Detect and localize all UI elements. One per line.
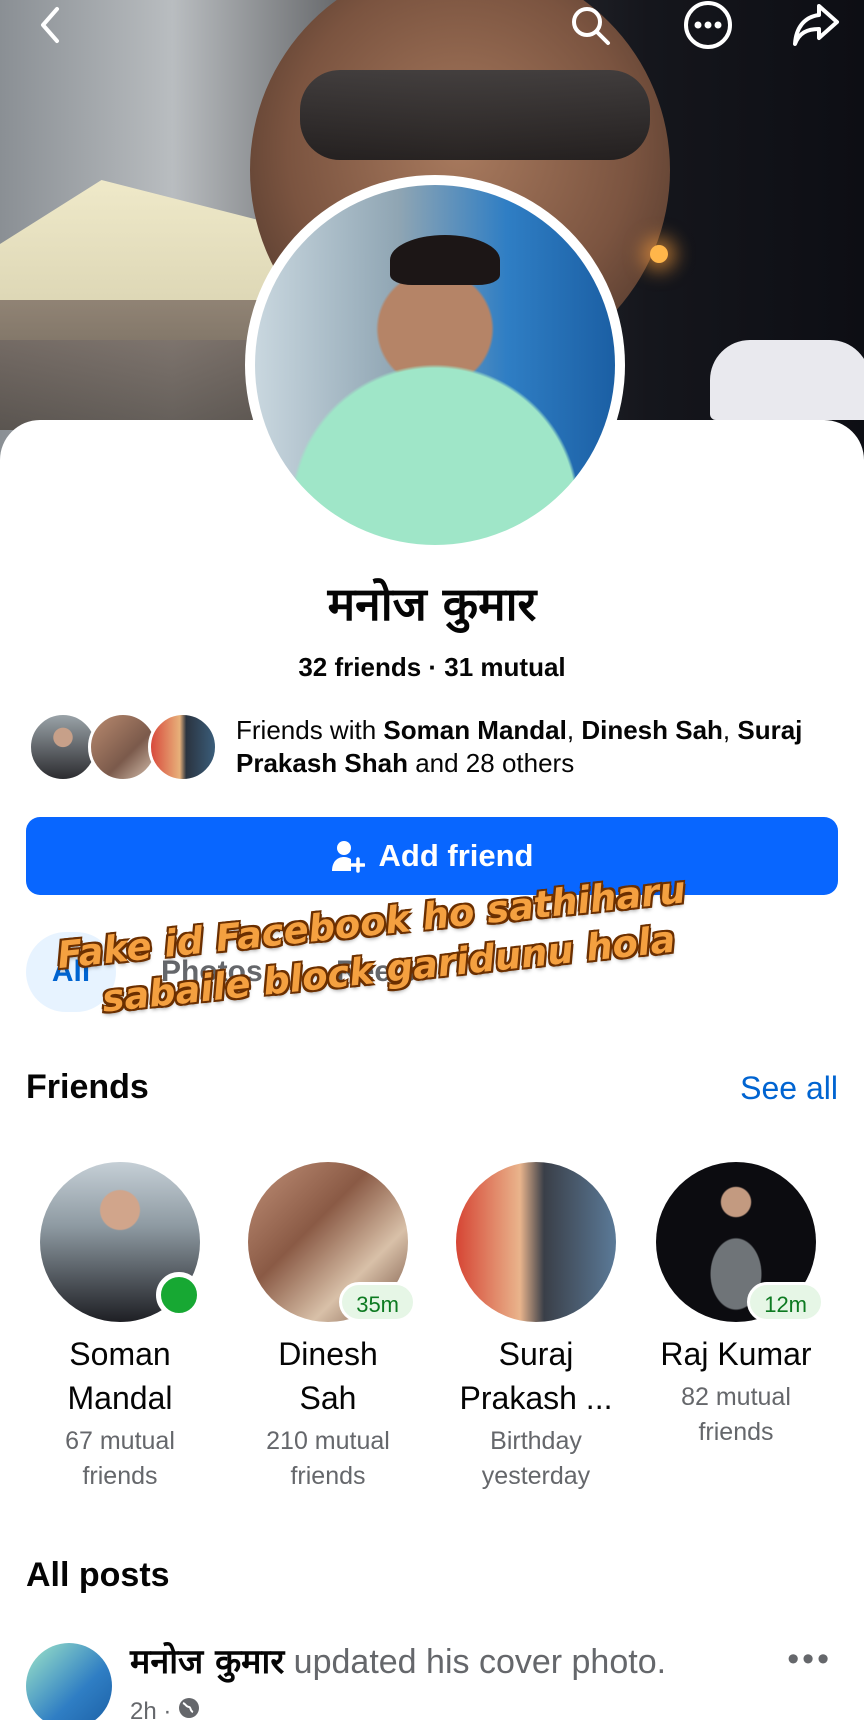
friend-subtext: 67 mutual friends [65,1427,175,1490]
post-author-name[interactable]: मनोज कुमार [130,1642,284,1682]
back-button[interactable] [20,0,80,50]
all-posts-title: All posts [26,1556,170,1594]
globe-icon [177,1696,201,1720]
post-headline: मनोज कुमार updated his cover photo. [130,1642,667,1682]
friend-avatar: 12m [656,1162,824,1322]
friend-avatar [40,1162,202,1322]
more-icon [683,0,733,50]
friend-subtext: 210 mutual friends [266,1427,390,1490]
mutual-avatar [148,712,218,782]
friend-name: Soman Mandal [67,1336,173,1416]
profile-name: मनोज कुमार [327,577,537,631]
friend-subtext: Birthday yesterday [481,1427,591,1490]
post-time: 2h · [130,1697,172,1720]
mutual-friends-text: Friends with Soman Mandal, Dinesh Sah, S… [236,715,803,778]
post-meta: 2h · [130,1696,201,1720]
cover-light-shape [650,245,668,263]
friend-card-suraj[interactable]: Suraj Prakash ... Birthday yesterday [436,1162,636,1494]
more-options-button[interactable] [678,0,738,50]
friend-name: Suraj Prakash ... [459,1336,613,1416]
share-button[interactable] [786,0,846,50]
mutual-friends-row[interactable]: Friends with Soman Mandal, Dinesh Sah, S… [28,712,848,782]
post-header[interactable]: मनोज कुमार updated his cover photo. 2h ·… [26,1640,838,1720]
post-more-button[interactable]: ••• [787,1640,832,1679]
see-all-friends-link[interactable]: See all [740,1070,838,1107]
friend-card-dinesh[interactable]: 35m Dinesh Sah 210 mutual friends [228,1162,428,1494]
active-time-badge: 35m [339,1282,416,1322]
friend-card-raj[interactable]: 12m Raj Kumar 82 mutual friends [636,1162,836,1450]
active-time-badge: 12m [747,1282,824,1322]
cover-car-shape [710,340,864,420]
friend-avatar: 35m [248,1162,416,1322]
friend-card-soman[interactable]: Soman Mandal 67 mutual friends [20,1162,220,1494]
friend-avatar [456,1162,616,1322]
friends-section-title: Friends [26,1068,149,1106]
profile-picture[interactable] [255,185,615,545]
search-button[interactable] [560,0,620,50]
add-friend-icon [331,839,365,873]
post-author-avatar[interactable] [26,1643,112,1720]
friend-subtext: 82 mutual friends [681,1383,791,1446]
search-icon [568,3,612,47]
online-status-dot [156,1272,202,1318]
cover-crowd-shape [0,300,260,430]
profile-hair-shape [390,235,500,285]
friend-counts[interactable]: 32 friends · 31 mutual [0,652,864,683]
add-friend-label: Add friend [378,838,534,873]
cover-glasses-shape [300,70,650,160]
friend-name: Raj Kumar [660,1336,812,1372]
friend-name: Dinesh Sah [278,1336,378,1416]
share-icon [791,2,841,48]
back-icon [35,5,65,45]
